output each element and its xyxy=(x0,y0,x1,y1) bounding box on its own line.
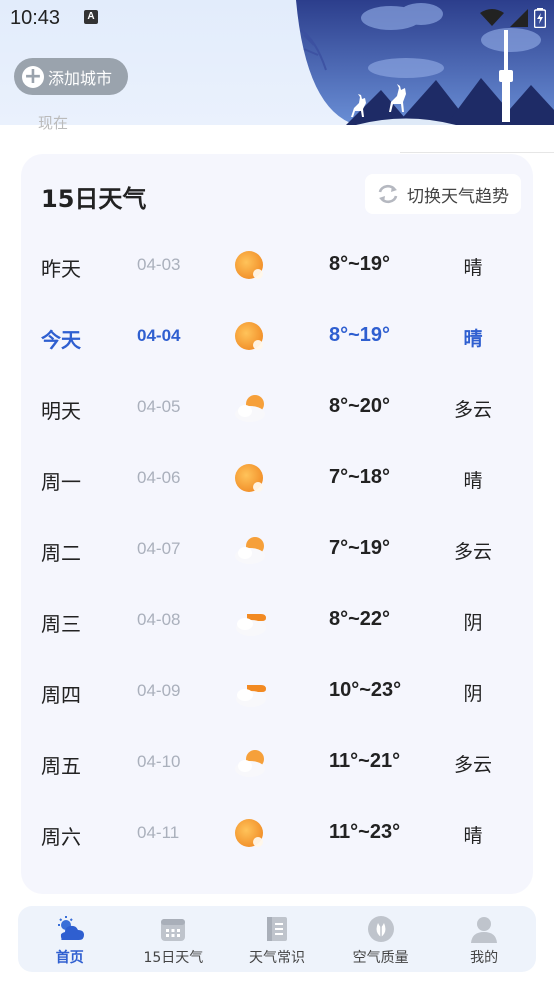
nav-item-0[interactable]: 首页 xyxy=(18,906,122,972)
nav-item-label: 15日天气 xyxy=(143,950,204,966)
row-temperature: 8°~19° xyxy=(329,253,391,275)
row-condition: 多云 xyxy=(453,754,492,776)
nav-item-4[interactable]: 我的 xyxy=(432,906,536,972)
row-day: 今天 xyxy=(41,328,81,352)
forecast-row[interactable]: 周六 04-11 11°~23° 晴 xyxy=(21,799,533,870)
bottom-nav: 首页 15日天气 天气常识 空气质量 我的 xyxy=(18,906,536,972)
row-day: 周三 xyxy=(41,612,81,636)
book-icon xyxy=(262,914,292,944)
nav-item-label: 天气常识 xyxy=(248,950,305,966)
overcast-icon xyxy=(233,675,269,711)
row-condition: 多云 xyxy=(453,541,492,563)
divider xyxy=(400,152,554,153)
row-temperature: 8°~19° xyxy=(329,324,391,346)
row-temperature: 11°~21° xyxy=(329,750,401,772)
signal-icon xyxy=(510,9,528,27)
nav-item-label: 空气质量 xyxy=(352,950,409,966)
leaf-icon xyxy=(366,914,396,944)
forecast-card: 15日天气 切换天气趋势 昨天 04-03 8°~19° 晴今天 04-04 8°~19°… xyxy=(21,154,533,894)
partly-cloudy-icon xyxy=(233,746,269,782)
sun-icon xyxy=(233,320,269,356)
forecast-row[interactable]: 周一 04-06 7°~18° 晴 xyxy=(21,444,533,515)
refresh-icon xyxy=(378,184,398,204)
forecast-row[interactable]: 昨天 04-03 8°~19° 晴 xyxy=(21,231,533,302)
row-condition: 阴 xyxy=(463,612,483,634)
row-date: 04-05 xyxy=(137,397,181,416)
row-day: 明天 xyxy=(41,399,81,423)
row-date: 04-03 xyxy=(137,255,181,274)
row-condition: 晴 xyxy=(463,328,483,350)
forecast-row[interactable]: 周四 04-09 10°~23° 阴 xyxy=(21,657,533,728)
notification-icon: A xyxy=(84,10,98,24)
user-icon xyxy=(469,914,499,944)
status-icons xyxy=(480,8,546,28)
row-temperature: 8°~20° xyxy=(329,395,391,417)
add-city-button[interactable]: + 添加城市 xyxy=(14,58,128,95)
header: 10:43 A + 添加城市 xyxy=(0,0,554,125)
overcast-icon xyxy=(233,604,269,640)
row-condition: 晴 xyxy=(463,825,483,847)
location-peek-text: 现在 xyxy=(38,114,69,132)
calendar-icon xyxy=(158,914,188,944)
nav-item-label: 我的 xyxy=(470,950,499,966)
sun-icon xyxy=(233,249,269,285)
home-weather-icon xyxy=(55,914,85,944)
forecast-row[interactable]: 今天 04-04 8°~19° 晴 xyxy=(21,302,533,373)
add-city-label: 添加城市 xyxy=(48,68,113,88)
row-day: 周二 xyxy=(41,541,81,565)
row-condition: 晴 xyxy=(463,470,483,492)
switch-trend-button[interactable]: 切换天气趋势 xyxy=(365,174,521,214)
nav-item-label: 首页 xyxy=(55,950,84,966)
nav-item-2[interactable]: 天气常识 xyxy=(225,906,329,972)
row-temperature: 7°~18° xyxy=(329,466,391,488)
forecast-list: 昨天 04-03 8°~19° 晴今天 04-04 8°~19° 晴明天 04-05 8°~20… xyxy=(21,231,533,870)
row-day: 周四 xyxy=(41,683,81,707)
row-date: 04-04 xyxy=(137,326,181,345)
switch-trend-label: 切换天气趋势 xyxy=(407,186,509,207)
row-temperature: 8°~22° xyxy=(329,608,391,630)
row-condition: 多云 xyxy=(453,399,492,421)
row-date: 04-10 xyxy=(137,752,181,771)
row-date: 04-07 xyxy=(137,539,181,558)
row-temperature: 7°~19° xyxy=(329,537,391,559)
row-day: 周一 xyxy=(41,470,81,494)
row-day: 周五 xyxy=(41,754,81,778)
forecast-row[interactable]: 周五 04-10 11°~21° 多云 xyxy=(21,728,533,799)
sun-icon xyxy=(233,462,269,498)
row-temperature: 11°~23° xyxy=(329,821,401,843)
row-condition: 阴 xyxy=(463,683,483,705)
sun-icon xyxy=(233,817,269,853)
plus-icon: + xyxy=(22,63,44,89)
wifi-icon xyxy=(480,9,504,26)
partly-cloudy-icon xyxy=(233,391,269,427)
status-time: 10:43 xyxy=(10,7,61,29)
forecast-title: 15日天气 xyxy=(41,185,147,213)
row-date: 04-09 xyxy=(137,681,181,700)
row-day: 周六 xyxy=(41,825,81,849)
row-date: 04-11 xyxy=(137,823,180,842)
row-condition: 晴 xyxy=(463,257,483,279)
row-day: 昨天 xyxy=(41,257,81,281)
nav-item-3[interactable]: 空气质量 xyxy=(329,906,433,972)
battery-icon xyxy=(534,8,546,28)
forecast-row[interactable]: 周二 04-07 7°~19° 多云 xyxy=(21,515,533,586)
partly-cloudy-icon xyxy=(233,533,269,569)
forecast-row[interactable]: 明天 04-05 8°~20° 多云 xyxy=(21,373,533,444)
row-date: 04-06 xyxy=(137,468,181,487)
row-date: 04-08 xyxy=(137,610,181,629)
forecast-row[interactable]: 周三 04-08 8°~22° 阴 xyxy=(21,586,533,657)
row-temperature: 10°~23° xyxy=(329,679,402,701)
nav-item-1[interactable]: 15日天气 xyxy=(122,906,226,972)
